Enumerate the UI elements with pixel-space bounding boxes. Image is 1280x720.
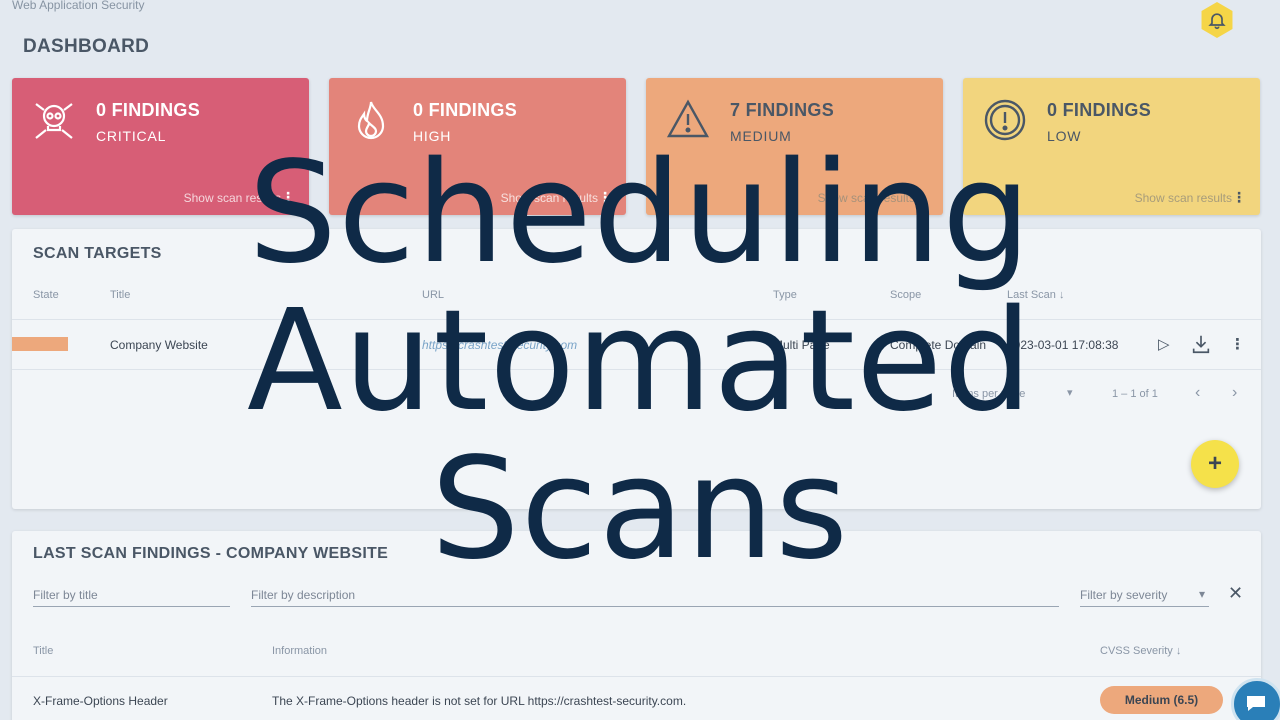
column-header[interactable]: Information: [272, 645, 327, 657]
filter-title-input[interactable]: Filter by title: [33, 587, 230, 607]
sort-arrow-icon: ↓: [1175, 645, 1182, 657]
finding-count: 0 FINDINGS: [413, 100, 518, 120]
column-header[interactable]: Title: [33, 645, 53, 657]
column-header-sorted[interactable]: CVSS Severity ↓: [1100, 645, 1181, 657]
finding-count: 0 FINDINGS: [1047, 100, 1152, 120]
finding-title: X-Frame-Options Header: [33, 694, 168, 708]
page-title: DASHBOARD: [23, 36, 150, 57]
video-title-overlay: Scheduling Automated Scans: [0, 140, 1280, 584]
finding-count: 7 FINDINGS: [730, 100, 835, 120]
overlay-line: Automated: [246, 280, 1034, 443]
divider: [12, 676, 1261, 677]
overlay-line: Scheduling: [248, 132, 1032, 295]
finding-information: The X-Frame-Options header is not set fo…: [272, 694, 687, 708]
close-icon[interactable]: ✕: [1228, 583, 1243, 604]
finding-count: 0 FINDINGS: [96, 100, 201, 120]
chat-button[interactable]: [1231, 678, 1280, 720]
chevron-down-icon: ▾: [1198, 587, 1205, 601]
bell-icon: [1208, 13, 1226, 30]
filter-severity-label: Filter by severity: [1080, 588, 1168, 602]
severity-badge: Medium (6.5): [1100, 686, 1223, 714]
app-title: Web Application Security: [12, 0, 145, 12]
chat-bubble-icon: [1247, 696, 1265, 711]
notification-button[interactable]: [1201, 2, 1233, 38]
skull-icon: [35, 103, 73, 139]
filter-severity-select[interactable]: Filter by severity ▾: [1080, 587, 1209, 607]
overlay-line: Scans: [430, 428, 850, 591]
column-header-label: CVSS Severity: [1100, 645, 1173, 657]
